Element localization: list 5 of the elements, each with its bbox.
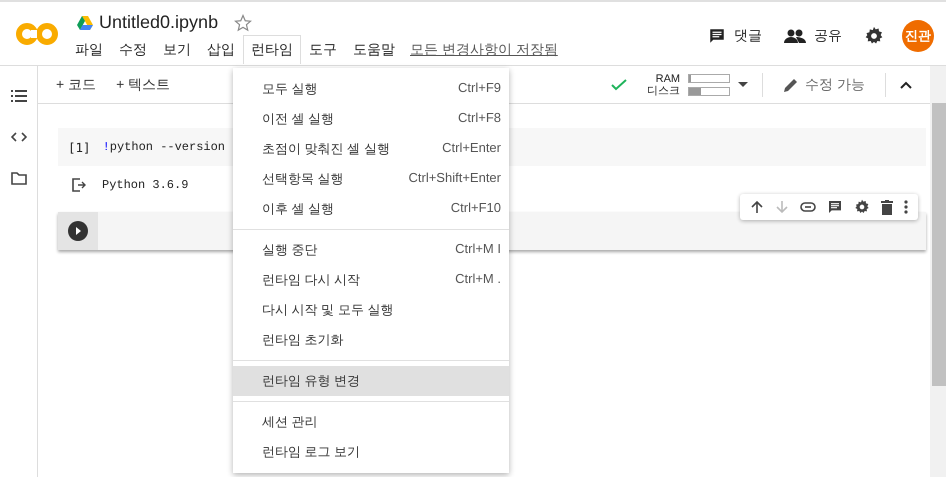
execution-count: [1] xyxy=(68,140,91,154)
disk-label: 디스크 xyxy=(647,84,680,96)
output-text: Python 3.6.9 xyxy=(102,178,188,192)
code-text: !python --version xyxy=(102,140,225,154)
ram-label: RAM xyxy=(656,72,680,84)
